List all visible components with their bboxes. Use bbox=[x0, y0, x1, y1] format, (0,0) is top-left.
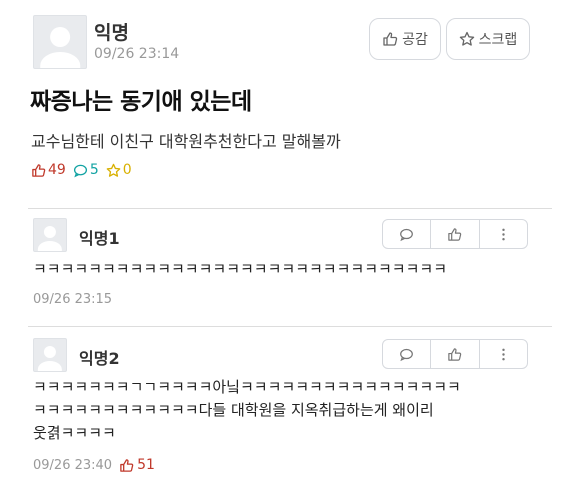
post-avatar bbox=[33, 15, 87, 69]
reply-button[interactable] bbox=[383, 220, 430, 248]
more-vertical-icon bbox=[502, 348, 505, 360]
more-button[interactable] bbox=[478, 220, 527, 248]
comment-like-count: 51 bbox=[119, 457, 155, 473]
comment-meta: 09/26 23:15 bbox=[33, 292, 112, 307]
comment-like-button[interactable] bbox=[430, 340, 478, 368]
post-stats: 49 5 0 bbox=[31, 162, 132, 178]
divider bbox=[28, 326, 552, 327]
post-author: 익명 bbox=[94, 22, 129, 44]
like-button-label: 공감 bbox=[402, 32, 428, 48]
thumbs-up-icon bbox=[448, 347, 462, 361]
like-count: 49 bbox=[31, 162, 66, 178]
star-icon bbox=[459, 31, 474, 46]
divider bbox=[28, 208, 552, 209]
more-button[interactable] bbox=[478, 340, 527, 368]
comment-avatar bbox=[33, 218, 67, 252]
thumbs-up-icon bbox=[448, 227, 462, 241]
comment-count: 5 bbox=[73, 162, 99, 178]
star-icon bbox=[106, 163, 121, 177]
comment-author: 익명1 bbox=[79, 229, 120, 248]
post-time: 09/26 23:14 bbox=[94, 46, 180, 62]
reply-button[interactable] bbox=[383, 340, 430, 368]
thumbs-up-icon bbox=[32, 163, 46, 177]
comment-like-button[interactable] bbox=[430, 220, 478, 248]
thumbs-up-icon bbox=[120, 458, 134, 472]
comment-text: ㅋㅋㅋㅋㅋㅋㅋㅋㅋㅋㅋㅋㅋㅋㅋㅋㅋㅋㅋㅋㅋㅋㅋㅋㅋㅋㅋㅋㅋㅋ bbox=[33, 260, 448, 278]
speech-bubble-icon bbox=[400, 228, 414, 241]
comment-actions bbox=[382, 219, 528, 249]
comment-actions bbox=[382, 339, 528, 369]
speech-bubble-icon bbox=[73, 164, 87, 177]
comment-avatar bbox=[33, 338, 67, 372]
speech-bubble-icon bbox=[400, 348, 414, 361]
comment-text: ㅋㅋㅋㅋㅋㅋㅋㄱㄱㅋㅋㅋㅋ아닠ㅋㅋㅋㅋㅋㅋㅋㅋㅋㅋㅋㅋㅋㅋㅋㅋ ㅋㅋㅋㅋㅋㅋㅋㅋ… bbox=[33, 378, 461, 442]
comment-meta: 09/26 23:40 51 bbox=[33, 457, 155, 473]
scrap-count: 0 bbox=[106, 162, 132, 178]
scrap-button-label: 스크랩 bbox=[478, 32, 518, 48]
comment-time: 09/26 23:40 bbox=[33, 457, 113, 473]
comment-time: 09/26 23:15 bbox=[33, 292, 113, 307]
scrap-button[interactable]: 스크랩 bbox=[446, 18, 530, 60]
post: 익명 09/26 23:14 공감 스크랩 짜증나는 동기애 있는데 교수님한테… bbox=[0, 0, 563, 208]
more-vertical-icon bbox=[502, 228, 505, 240]
thumbs-up-icon bbox=[383, 32, 398, 46]
post-content: 교수님한테 이친구 대학원추천한다고 말해볼까 bbox=[31, 132, 341, 151]
post-title: 짜증나는 동기애 있는데 bbox=[30, 89, 252, 115]
comment-author: 익명2 bbox=[79, 349, 120, 368]
like-button[interactable]: 공감 bbox=[369, 18, 441, 60]
